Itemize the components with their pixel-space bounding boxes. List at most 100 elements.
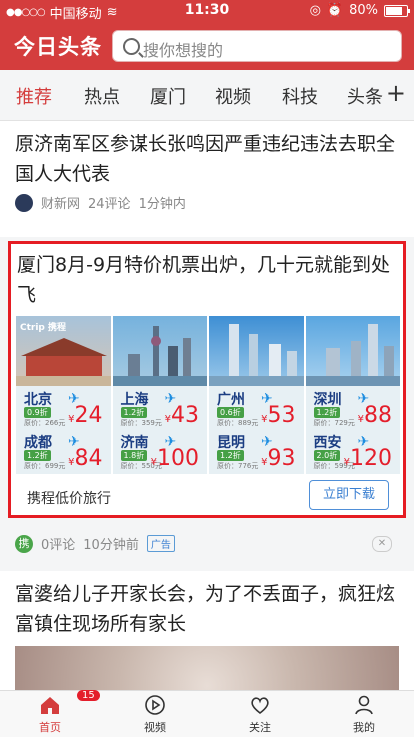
app-logo: 今日头条 [14, 35, 102, 59]
city-name: 北京 [24, 392, 52, 408]
fare-price: ¥53 [261, 403, 296, 428]
discount-badge: 1.2折 [217, 450, 244, 461]
fare-price: ¥100 [150, 446, 199, 471]
discount-badge: 1.8折 [120, 450, 148, 461]
ad-image-grid: Ctrip 携程 北京 0.9折 原价：266元 ✈ ¥24 成都 1.2折 原… [16, 316, 400, 474]
discount-badge: 1.2折 [24, 450, 51, 461]
original-price: 原价：729元 [313, 419, 355, 427]
nav-label: 我的 [353, 721, 375, 734]
ctrip-icon: 携 [15, 534, 33, 553]
skyline-illustration [209, 324, 304, 386]
nav-video[interactable]: 视频 [125, 694, 185, 735]
news-item[interactable]: 富婆给儿子开家长会，为了不丢面子，疯狂炫富镇住现场所有家长 [0, 571, 414, 696]
fare-row: 广州 0.6折 原价：889元 ✈ ¥53 [211, 388, 302, 431]
nav-label: 首页 [39, 721, 61, 734]
fare-price: ¥24 [68, 403, 103, 428]
status-bar: ●●○○○ 中国移动 ≋ 11:30 ◎ ⏰ 80% [0, 0, 414, 22]
battery-percent: 80% [349, 3, 378, 18]
discount-badge: 2.0折 [313, 450, 341, 461]
ad-brand-name: 携程低价旅行 [27, 491, 111, 507]
lock-rotation-icon: ◎ [309, 3, 321, 18]
discount-badge: 1.2折 [313, 407, 341, 418]
city-tile: Ctrip 携程 北京 0.9折 原价：266元 ✈ ¥24 成都 1.2折 原… [16, 316, 111, 474]
channel-tabs: 推荐 热点 厦门 视频 科技 头条 + [0, 70, 414, 121]
original-price: 原价：776元 [217, 462, 259, 470]
tab-hot[interactable]: 热点 [84, 83, 120, 109]
original-price: 原价：889元 [217, 419, 259, 427]
plus-icon[interactable]: + [386, 79, 406, 107]
original-price: 原价：266元 [24, 419, 66, 427]
city-tile: 上海 1.2折 原价：359元 ✈ ¥43 济南 1.8折 原价：550元 ✈ … [112, 316, 207, 474]
news-thumbnail [15, 646, 399, 696]
fare-row: 上海 1.2折 原价：359元 ✈ ¥43 [115, 388, 206, 431]
guangzhou-photo [209, 316, 304, 386]
ad-title: 厦门8月-9月特价机票出炉，几十元就能到处飞 [17, 254, 391, 306]
fare-row: 西安 2.0折 原价：599元 ✈ ¥120 [308, 431, 399, 474]
home-icon: 15 [39, 690, 100, 716]
tab-headline[interactable]: 头条 [347, 83, 383, 109]
ctrip-logo: Ctrip 携程 [20, 323, 67, 333]
fare-price: ¥43 [164, 403, 199, 428]
original-price: 原价：699元 [24, 462, 66, 470]
tab-recommend[interactable]: 推荐 [16, 83, 52, 109]
city-name: 济南 [120, 435, 149, 451]
battery-icon [384, 4, 410, 17]
news-item[interactable]: 原济南军区参谋长张鸣因严重违纪违法去职全国人大代表 财新网 24评论 1分钟内 [0, 121, 414, 237]
play-icon [144, 694, 166, 716]
fare-price: ¥88 [357, 403, 392, 428]
ad-card[interactable]: 厦门8月-9月特价机票出炉，几十元就能到处飞 Ctrip 携程 北京 0.9折 … [8, 241, 406, 518]
nav-follow[interactable]: 关注 [230, 694, 290, 735]
nav-me[interactable]: 我的 [334, 694, 394, 735]
news-meta: 财新网 24评论 1分钟内 [15, 193, 186, 212]
ad-meta: 携 0评论 10分钟前 广告 [15, 534, 175, 553]
nav-home[interactable]: 15 首页 [20, 690, 100, 735]
news-time: 1分钟内 [138, 197, 186, 212]
city-name: 西安 [313, 435, 342, 451]
person-icon [353, 694, 375, 716]
forbidden-city-photo: Ctrip 携程 [16, 316, 111, 386]
separator [0, 563, 414, 571]
news-source: 财新网 [41, 197, 81, 212]
search-box[interactable]: 搜你想搜的 [112, 30, 402, 62]
nav-label: 视频 [144, 721, 166, 734]
discount-badge: 0.9折 [24, 407, 51, 418]
bottom-nav: 15 首页 视频 关注 我的 [0, 690, 414, 737]
city-name: 上海 [120, 392, 149, 408]
news-comments: 24评论 [88, 197, 131, 212]
ad-comments: 0评论 [41, 538, 76, 553]
fare-row: 深圳 1.2折 原价：729元 ✈ ¥88 [308, 388, 399, 431]
city-name: 成都 [24, 435, 52, 451]
news-title: 富婆给儿子开家长会，为了不丢面子，疯狂炫富镇住现场所有家长 [15, 583, 396, 635]
news-title: 原济南军区参谋长张鸣因严重违纪违法去职全国人大代表 [15, 133, 396, 185]
search-placeholder: 搜你想搜的 [143, 41, 224, 60]
download-button[interactable]: 立即下载 [309, 480, 389, 510]
city-tile: 广州 0.6折 原价：889元 ✈ ¥53 昆明 1.2折 原价：776元 ✈ … [209, 316, 304, 474]
city-name: 昆明 [217, 435, 245, 451]
alarm-icon: ⏰ [326, 3, 344, 18]
fare-price: ¥120 [343, 446, 392, 471]
original-price: 原价：359元 [120, 419, 162, 427]
tab-video[interactable]: 视频 [215, 83, 251, 109]
tab-tech[interactable]: 科技 [282, 83, 318, 109]
notification-badge: 15 [77, 690, 100, 701]
source-avatar [15, 193, 33, 212]
ad-tag: 广告 [146, 535, 175, 552]
top-bar: 今日头条 搜你想搜的 [0, 22, 414, 70]
tab-xiamen[interactable]: 厦门 [150, 83, 186, 109]
discount-badge: 1.2折 [120, 407, 148, 418]
fare-row: 北京 0.9折 原价：266元 ✈ ¥24 [18, 388, 109, 431]
shanghai-photo [112, 316, 207, 386]
city-name: 深圳 [313, 392, 342, 408]
fare-row: 济南 1.8折 原价：550元 ✈ ¥100 [115, 431, 206, 474]
fare-price: ¥93 [261, 446, 296, 471]
close-icon[interactable]: ✕ [372, 536, 392, 552]
discount-badge: 0.6折 [217, 407, 244, 418]
fare-row: 成都 1.2折 原价：699元 ✈ ¥84 [18, 431, 109, 474]
city-tile: 深圳 1.2折 原价：729元 ✈ ¥88 西安 2.0折 原价：599元 ✈ … [305, 316, 400, 474]
heart-icon [249, 694, 271, 716]
city-name: 广州 [217, 392, 245, 408]
search-icon [123, 38, 140, 55]
skyline-illustration [305, 324, 400, 386]
skyline-illustration [112, 326, 207, 386]
fare-price: ¥84 [68, 446, 103, 471]
